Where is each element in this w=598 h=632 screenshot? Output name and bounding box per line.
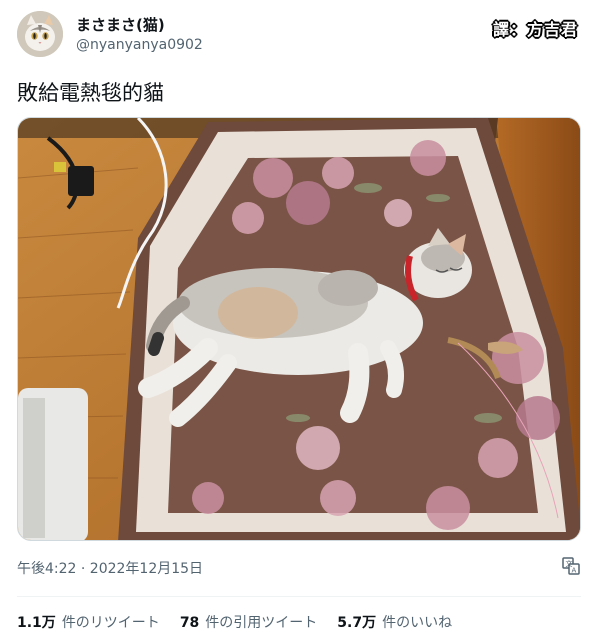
cat-avatar-icon: [17, 11, 63, 57]
user-handle[interactable]: @nyanyanya0902: [76, 37, 203, 53]
quote-tweet-stat[interactable]: 78 件の引用ツイート: [180, 612, 317, 632]
sleeping-cat-photo: [18, 118, 580, 540]
like-stat[interactable]: 5.7万 件のいいね: [337, 612, 452, 632]
svg-text:A: A: [572, 567, 577, 575]
divider: [17, 596, 581, 597]
tweet-photo[interactable]: [17, 117, 581, 541]
like-label: 件のいいね: [382, 615, 453, 631]
tweet-timestamp[interactable]: 午後4:22 · 2022年12月15日: [17, 558, 203, 578]
like-count: 5.7万: [337, 615, 377, 631]
translate-icon[interactable]: 文 A: [561, 556, 581, 576]
engagement-stats: 1.1万 件のリツイート 78 件の引用ツイート 5.7万 件のいいね: [17, 612, 472, 632]
avatar[interactable]: [17, 11, 63, 57]
retweet-count: 1.1万: [17, 615, 56, 631]
display-name[interactable]: まさまさ(猫): [76, 14, 165, 35]
retweet-label: 件のリツイート: [61, 615, 160, 631]
tweet-text: 敗給電熱毯的貓: [17, 81, 164, 105]
quote-tweet-label: 件の引用ツイート: [205, 615, 318, 631]
translator-badge: 譯：方吉君: [493, 20, 579, 39]
retweet-stat[interactable]: 1.1万 件のリツイート: [17, 612, 160, 632]
quote-tweet-count: 78: [179, 615, 200, 631]
